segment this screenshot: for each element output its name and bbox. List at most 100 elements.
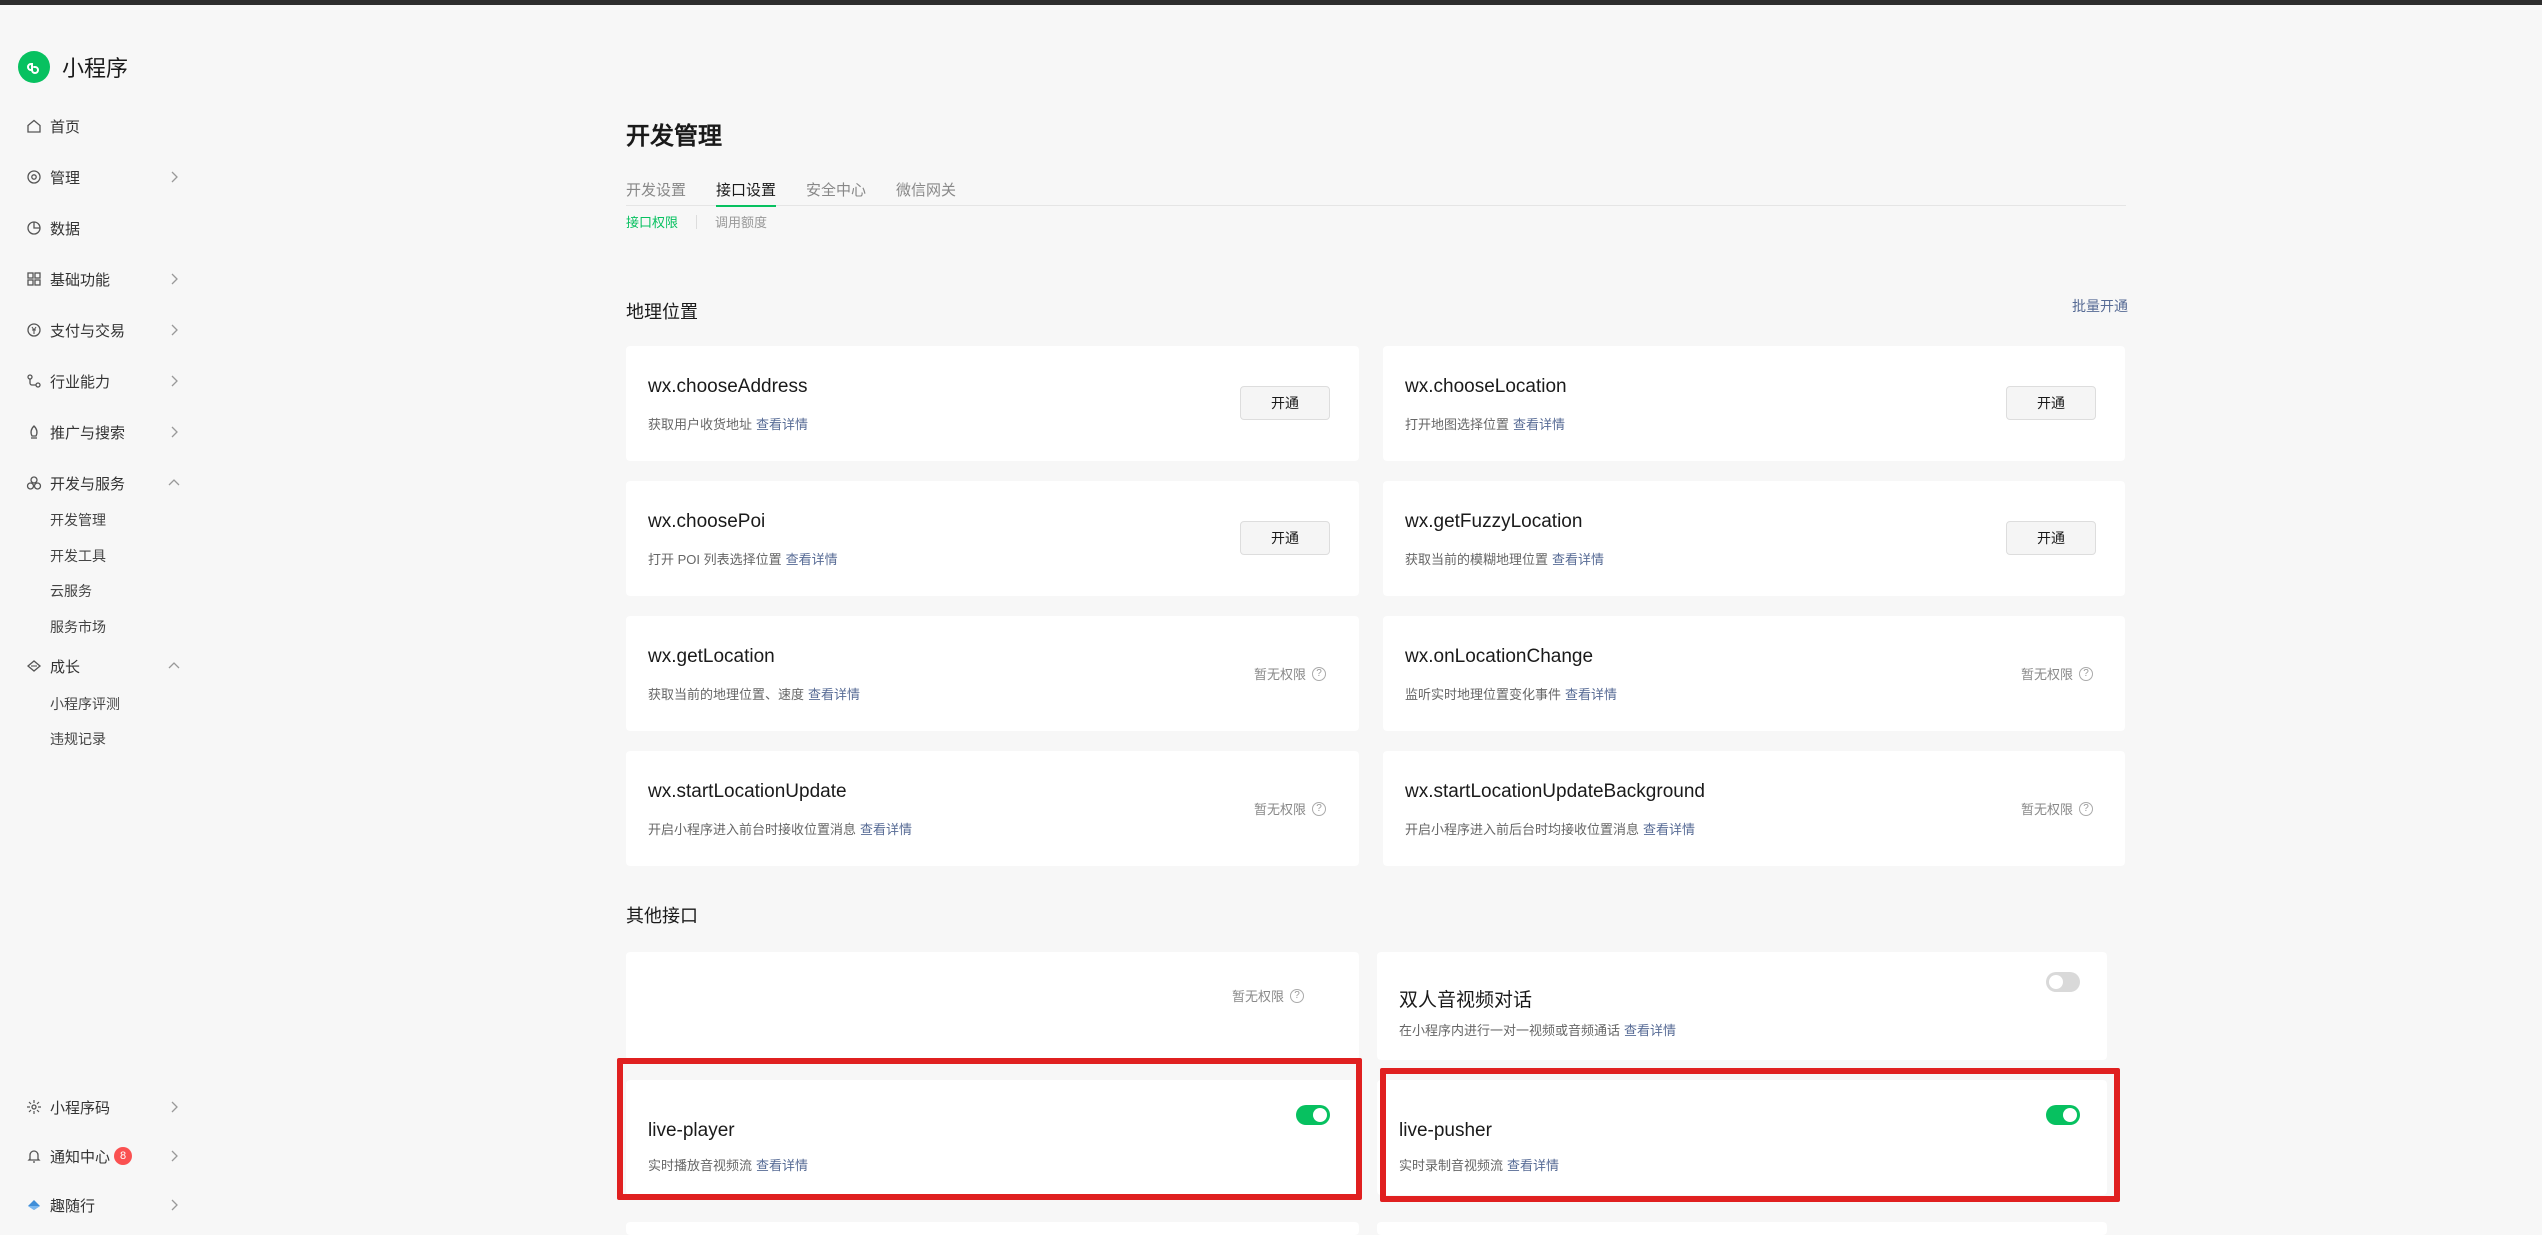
sidebar-item-notifications[interactable]: 通知中心 8 <box>26 1141 182 1171</box>
sidebar-item-manage[interactable]: 管理 <box>26 162 182 192</box>
api-name: wx.getFuzzyLocation <box>1405 511 1583 532</box>
sidebar-item-basic-features[interactable]: 基础功能 <box>26 264 182 294</box>
api-desc-text: 打开 POI 列表选择位置 <box>648 552 782 567</box>
api-name: wx.choosePoi <box>648 511 766 532</box>
sidebar-subitem-violations[interactable]: 违规记录 <box>50 727 106 751</box>
help-icon[interactable]: ? <box>1312 666 1327 681</box>
notification-count-badge: 8 <box>114 1147 133 1165</box>
sidebar-item-label: 支付与交易 <box>50 322 126 340</box>
sidebar-item-account[interactable]: 趣随行 <box>26 1190 182 1220</box>
chevron-right-icon <box>171 1199 178 1211</box>
api-card: wx.choosePoi 打开 POI 列表选择位置 查看详情 开通 <box>626 481 1359 596</box>
chevron-right-icon <box>171 1150 178 1162</box>
view-details-link[interactable]: 查看详情 <box>1513 417 1565 432</box>
sidebar-item-label: 行业能力 <box>50 373 111 391</box>
view-details-link[interactable]: 查看详情 <box>1552 552 1604 567</box>
chevron-right-icon <box>171 375 178 387</box>
tab-security-center[interactable]: 安全中心 <box>806 172 866 206</box>
sidebar-item-qrcode[interactable]: 小程序码 <box>26 1092 182 1122</box>
api-name: 双人音视频对话 <box>1399 990 1533 1011</box>
industry-icon <box>26 373 42 389</box>
account-icon <box>26 1197 42 1213</box>
view-details-link[interactable]: 查看详情 <box>786 552 838 567</box>
settings-icon <box>26 169 42 185</box>
sidebar-item-payment[interactable]: 支付与交易 <box>26 315 182 345</box>
api-desc-text: 获取用户收货地址 <box>648 417 753 432</box>
view-details-link[interactable]: 查看详情 <box>808 687 860 702</box>
api-description: 打开地图选择位置 查看详情 <box>1405 414 1565 433</box>
no-permission-status: 暂无权限? <box>2021 799 2094 818</box>
sidebar-item-home[interactable]: 首页 <box>26 111 182 141</box>
help-icon[interactable]: ? <box>1312 801 1327 816</box>
view-details-link[interactable]: 查看详情 <box>860 822 912 837</box>
enable-button[interactable]: 开通 <box>2006 521 2096 555</box>
api-desc-text: 在小程序内进行一对一视频或音频通话 <box>1399 1023 1621 1038</box>
sidebar-subitem-evaluation[interactable]: 小程序评测 <box>50 692 120 716</box>
api-card: wx.onLocationChange 监听实时地理位置变化事件 查看详情 暂无权… <box>1383 616 2125 731</box>
no-permission-status: 暂无权限? <box>1254 799 1327 818</box>
view-details-link[interactable]: 查看详情 <box>1565 687 1617 702</box>
status-text: 暂无权限 <box>1232 989 1285 1004</box>
sidebar-item-industry[interactable]: 行业能力 <box>26 366 182 396</box>
tab-bar: 开发设置 接口设置 安全中心 微信网关 <box>626 172 2126 207</box>
no-permission-status: 暂无权限? <box>1232 986 1305 1005</box>
subtab-call-quota[interactable]: 调用额度 <box>715 212 767 231</box>
api-description: 获取当前的模糊地理位置 查看详情 <box>1405 549 1604 568</box>
chevron-up-icon <box>168 662 180 669</box>
promote-icon <box>26 424 42 440</box>
api-name: wx.startLocationUpdate <box>648 781 847 802</box>
bell-icon <box>26 1148 42 1164</box>
help-icon[interactable]: ? <box>2079 801 2094 816</box>
sidebar-subitem-market[interactable]: 服务市场 <box>50 615 106 639</box>
tab-dev-settings[interactable]: 开发设置 <box>626 172 686 206</box>
sidebar-item-dev-service[interactable]: 开发与服务 <box>26 468 182 498</box>
feature-toggle[interactable] <box>2046 972 2080 992</box>
view-details-link[interactable]: 查看详情 <box>1643 822 1695 837</box>
brand[interactable]: 小程序 <box>18 51 128 83</box>
api-desc-text: 打开地图选择位置 <box>1405 417 1510 432</box>
toggle-knob <box>2049 975 2063 989</box>
no-permission-status: 暂无权限? <box>2021 664 2094 683</box>
chart-pie-icon <box>26 220 42 236</box>
dev-service-icon <box>26 475 42 491</box>
api-card <box>1377 1222 2107 1235</box>
sidebar-subitem-dev-tools[interactable]: 开发工具 <box>50 544 106 568</box>
sidebar-item-promotion[interactable]: 推广与搜索 <box>26 417 182 447</box>
api-description: 开启小程序进入前台时接收位置消息 查看详情 <box>648 819 912 838</box>
status-text: 暂无权限 <box>2021 802 2074 817</box>
api-desc-text: 开启小程序进入前后台时均接收位置消息 <box>1405 822 1640 837</box>
subtab-bar: 接口权限 调用额度 <box>626 212 767 231</box>
sidebar-item-data[interactable]: 数据 <box>26 213 182 243</box>
sidebar-subitem-dev-manage[interactable]: 开发管理 <box>50 508 106 532</box>
status-text: 暂无权限 <box>1254 667 1307 682</box>
chevron-right-icon <box>171 171 178 183</box>
api-desc-text: 获取当前的模糊地理位置 <box>1405 552 1549 567</box>
sidebar-item-label: 管理 <box>50 169 81 187</box>
section-title-geo: 地理位置 <box>626 302 698 322</box>
chevron-right-icon <box>171 324 178 336</box>
status-text: 暂无权限 <box>1254 802 1307 817</box>
api-card: wx.getFuzzyLocation 获取当前的模糊地理位置 查看详情 开通 <box>1383 481 2125 596</box>
help-icon[interactable]: ? <box>1290 988 1305 1003</box>
enable-button[interactable]: 开通 <box>2006 386 2096 420</box>
enable-button[interactable]: 开通 <box>1240 386 1330 420</box>
grid-icon <box>26 271 42 287</box>
tab-wechat-gateway[interactable]: 微信网关 <box>896 172 956 206</box>
view-details-link[interactable]: 查看详情 <box>1624 1023 1676 1038</box>
highlight-box-live-player <box>617 1058 1362 1200</box>
sidebar-item-growth[interactable]: 成长 <box>26 651 182 681</box>
highlight-box-live-pusher <box>1380 1068 2120 1202</box>
sidebar-subitem-cloud[interactable]: 云服务 <box>50 579 92 603</box>
api-desc-text: 获取当前的地理位置、速度 <box>648 687 805 702</box>
api-desc-text: 开启小程序进入前台时接收位置消息 <box>648 822 857 837</box>
enable-button[interactable]: 开通 <box>1240 521 1330 555</box>
subtab-api-permissions[interactable]: 接口权限 <box>626 212 678 231</box>
sidebar: 小程序 首页 管理 数据 基础功能 支付与交易 行业能力 推广与搜索 开发与服务… <box>0 5 200 1235</box>
chevron-right-icon <box>171 1101 178 1113</box>
api-card: wx.chooseAddress 获取用户收货地址 查看详情 开通 <box>626 346 1359 461</box>
batch-enable-link[interactable]: 批量开通 <box>2072 296 2128 316</box>
home-icon <box>26 118 42 134</box>
help-icon[interactable]: ? <box>2079 666 2094 681</box>
tab-api-settings[interactable]: 接口设置 <box>716 172 777 207</box>
view-details-link[interactable]: 查看详情 <box>756 417 808 432</box>
